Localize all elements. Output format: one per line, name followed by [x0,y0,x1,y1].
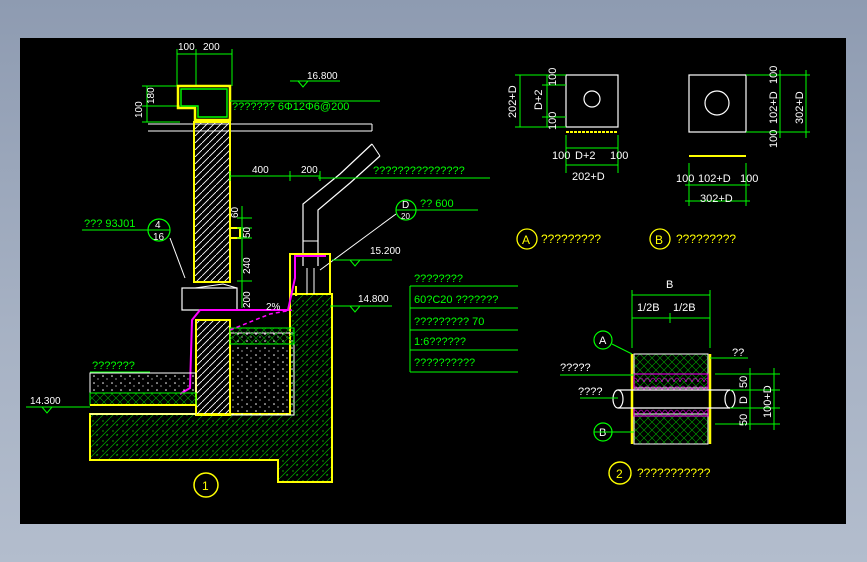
section-2-callout-right: ?? [732,347,744,359]
dim-100-top: 100 [178,42,195,53]
detail-b-bottom-100a: 100 [676,173,694,185]
drain-bolts [306,268,315,294]
detail-b-square [688,74,747,133]
detail-b-bottom-total: 302+D [700,193,733,205]
detail-a-square [565,74,619,128]
detail-a-label: A [522,233,530,247]
wall-notch [230,227,241,239]
detail-a-d2: D+2 [533,90,545,111]
section-1-label: 1 [202,479,209,493]
detail-b-bottom-102d: 102+D [698,173,731,185]
section-2-half-2: 1/2B [673,302,696,314]
elevation-14800 [330,305,392,313]
callout-pipe: ??????????????? [373,165,465,177]
detail-b-right-100b: 100 [768,66,780,84]
detail-a-100b: 100 [547,112,559,130]
leader-detail-4 [169,237,186,279]
lower-wall [195,319,231,416]
detail-4-top: 4 [155,220,161,231]
detail-b-label: B [655,233,663,247]
detail-a-100a: 100 [547,68,559,86]
section-2-pipe [618,389,730,409]
leader-detail-d [319,213,397,271]
section-2-dim-d: D [738,396,750,404]
callout-parapet: ??????? 6Φ12Φ6@200 [232,101,349,113]
layer-5: ?????????? [414,357,475,369]
detail-b-right-total: 302+D [794,91,806,124]
vent-pipe-end [371,143,381,157]
layer-4: 1:6?????? [414,336,466,348]
elevation-14300-label: 14.300 [30,396,61,407]
section-2-dim-total: 100+D [762,385,774,418]
section-2-dim-50a: 50 [738,376,750,388]
inner-column [229,332,295,416]
dim-400: 400 [252,165,269,176]
detail-a-bottom-d2: D+2 [575,150,596,162]
vent-pipe-left [302,143,373,266]
elevation-16800-label: 16.800 [307,71,338,82]
dim-left-180: 180 [146,87,157,104]
insulation-band [229,327,295,345]
section-2-marker-a-label: A [599,335,607,347]
dim-60: 60 [230,206,241,218]
dim-50: 50 [242,226,253,238]
drawing-canvas: 100 200 100 180 16.800 ??????? 6Φ12Φ6@20… [26,42,810,498]
section-2-insulation-top [633,373,709,391]
detail-b-right-100a: 100 [768,130,780,148]
callout-600: ?? 600 [420,198,454,210]
detail-b-caption: ????????? [676,232,736,246]
dim-240: 240 [242,257,253,274]
elevation-14800-label: 14.800 [358,294,389,305]
section-2-dims-top [631,290,711,348]
section-2-insulation-bottom [633,407,709,417]
detail-a-bottom-100a: 100 [552,150,570,162]
callout-left: ??????? [92,360,135,372]
detail-b-right-102d: 102+D [768,91,780,124]
detail-d-top: D [402,200,409,211]
dim-200-mid: 200 [301,165,318,176]
callout-93j01: ??? 93J01 [84,218,135,230]
dim-200: 200 [242,291,253,308]
parapet-wall [193,121,231,283]
elevation-15200 [332,259,392,267]
cad-viewport[interactable]: 100 200 100 180 16.800 ??????? 6Φ12Φ6@20… [20,38,846,524]
section-1: 100 200 100 180 16.800 ??????? 6Φ12Φ6@20… [26,42,518,498]
layer-3: ????????? 70 [414,316,484,328]
section-2: B 1/2B 1/2B A B ????? ???? ?? 50 D 50 10… [560,279,780,485]
gutter-block [181,287,238,311]
roof-layers-left [89,372,197,415]
detail-a-hole [583,90,601,108]
roof-slab-line [148,123,373,132]
parapet-reinforcement [180,88,228,118]
slope-label: 2% [266,302,281,313]
detail-a-bottom-100b: 100 [610,150,628,162]
section-2-callout2: ???? [578,386,602,398]
detail-b-hole [704,90,730,116]
dim-top-parapet [176,49,233,86]
parapet-cap [176,84,232,122]
section-2-dim-50b: 50 [738,414,750,426]
section-2-top-label: B [666,279,673,291]
elevation-15200-label: 15.200 [370,246,401,257]
layer-1: ???????? [414,273,463,285]
detail-a-bottom-total: 202+D [572,171,605,183]
detail-a-202d: 202+D [507,85,519,118]
detail-a: 202+D 100 D+2 100 100 D+2 100 202+D A ??… [507,68,628,250]
detail-a-caption: ????????? [541,232,601,246]
section-2-marker-b-label: B [599,427,606,439]
section-2-label: 2 [616,467,623,481]
elevation-14300 [26,406,90,414]
layer-2: 60?C20 ??????? [414,294,498,306]
section-2-callout1: ????? [560,362,591,374]
detail-d-bottom: 20 [401,212,410,221]
section-2-lower-block [633,413,709,445]
dim-left-100: 100 [134,101,145,118]
detail-b: 100 102+D 100 302+D 100 102+D 100 302+D … [649,66,810,250]
detail-b-bottom-100b: 100 [740,173,758,185]
section-2-half-1: 1/2B [637,302,660,314]
dim-200-top: 200 [203,42,220,53]
detail-4-bottom: 16 [153,232,165,243]
section-2-caption: ??????????? [637,466,711,480]
